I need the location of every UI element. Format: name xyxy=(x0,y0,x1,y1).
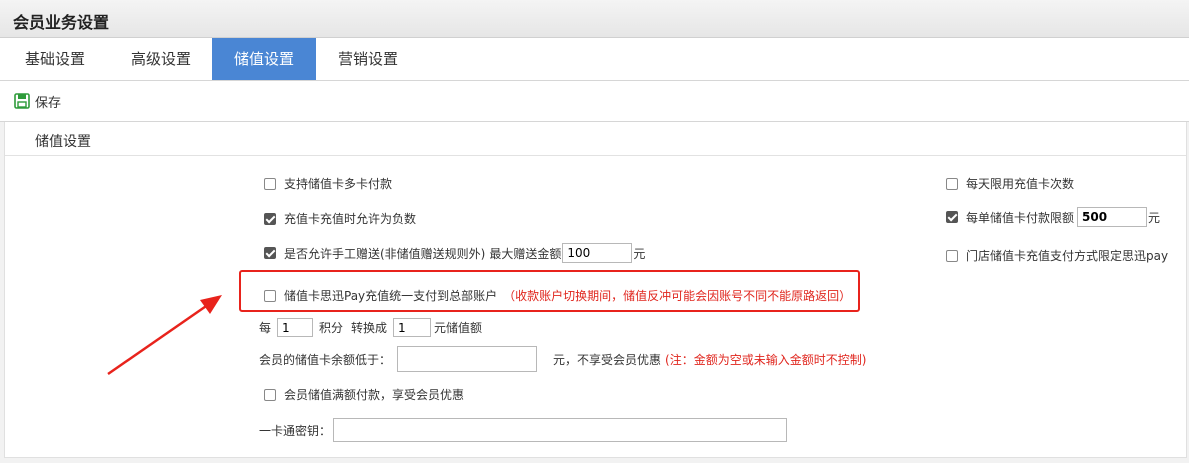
option-daily-limit[interactable]: 每天限用充值卡次数 xyxy=(946,175,1074,192)
multi-card-pay-label: 支持储值卡多卡付款 xyxy=(284,177,393,191)
store-pay-restrict-checkbox[interactable] xyxy=(946,249,958,262)
manual-gift-checkbox[interactable] xyxy=(264,247,276,259)
multi-card-pay-checkbox[interactable] xyxy=(264,177,276,190)
section-title: 储值设置 xyxy=(35,134,91,150)
max-gift-label: 最大赠送金额 xyxy=(489,246,562,261)
window-title-bar: 会员业务设置 xyxy=(0,0,1189,38)
option-per-order-limit[interactable]: 每单储值卡付款限额 元 xyxy=(946,207,1160,227)
yuan-value-input[interactable] xyxy=(393,318,432,337)
per-order-limit-input[interactable] xyxy=(1077,207,1148,227)
store-pay-restrict-label: 门店储值卡充值支付方式限定思迅pay xyxy=(966,249,1169,263)
points-suffix: 元储值额 xyxy=(434,321,483,335)
save-icon xyxy=(14,93,30,109)
option-multi-card-pay[interactable]: 支持储值卡多卡付款 xyxy=(264,175,392,192)
toolbar: 保存 xyxy=(0,81,1189,122)
daily-limit-checkbox[interactable] xyxy=(946,177,958,190)
annotation-highlight-box xyxy=(239,270,860,312)
allow-negative-label: 充值卡充值时允许为负数 xyxy=(284,212,417,226)
card-key-input[interactable] xyxy=(333,418,788,442)
balance-below-note: (注：金额为空或未输入金额时不控制) xyxy=(665,352,867,367)
balance-below-input[interactable] xyxy=(397,346,538,372)
option-full-pay-discount[interactable]: 会员储值满额付款，享受会员优惠 xyxy=(264,386,464,403)
allow-negative-checkbox[interactable] xyxy=(264,212,276,225)
points-label: 积分 xyxy=(319,321,344,335)
manual-gift-label: 是否允许手工赠送(非储值赠送规则外) xyxy=(284,246,486,261)
card-key-label: 一卡通密钥： xyxy=(259,423,332,438)
per-order-limit-unit: 元 xyxy=(1148,210,1161,225)
balance-below-suffix: 元，不享受会员优惠 xyxy=(553,352,662,367)
annotation-arrow-icon xyxy=(107,295,222,376)
balance-below-label: 会员的储值卡余额低于： xyxy=(259,352,392,367)
option-points-conversion: 每 积分 转换成 元储值额 xyxy=(259,318,482,337)
save-button-label: 保存 xyxy=(35,95,62,111)
section-header: 储值设置 xyxy=(5,122,1186,156)
option-card-key: 一卡通密钥： xyxy=(259,418,788,442)
option-manual-gift[interactable]: 是否允许手工赠送(非储值赠送规则外) 最大赠送金额 元 xyxy=(264,243,645,263)
daily-limit-label: 每天限用充值卡次数 xyxy=(966,177,1075,191)
tab-marketing-settings[interactable]: 营销设置 xyxy=(316,38,420,80)
convert-label: 转换成 xyxy=(351,321,388,335)
option-balance-below: 会员的储值卡余额低于： 元，不享受会员优惠 (注：金额为空或未输入金额时不控制) xyxy=(259,346,866,372)
option-store-pay-restrict[interactable]: 门店储值卡充值支付方式限定思迅pay xyxy=(946,247,1168,264)
tab-bar: 基础设置 高级设置 储值设置 营销设置 xyxy=(0,38,1189,81)
full-pay-discount-label: 会员储值满额付款，享受会员优惠 xyxy=(284,388,465,402)
option-allow-negative[interactable]: 充值卡充值时允许为负数 xyxy=(264,210,416,227)
tab-stored-value-settings[interactable]: 储值设置 xyxy=(212,38,316,80)
save-button[interactable]: 保存 xyxy=(14,90,61,112)
max-gift-unit: 元 xyxy=(633,246,646,261)
points-value-input[interactable] xyxy=(277,318,314,337)
max-gift-amount-input[interactable] xyxy=(562,243,633,263)
tab-advanced-settings[interactable]: 高级设置 xyxy=(110,38,212,80)
window-title: 会员业务设置 xyxy=(13,13,110,32)
tab-basic-settings[interactable]: 基础设置 xyxy=(0,38,110,80)
points-prefix: 每 xyxy=(259,321,272,335)
per-order-limit-checkbox[interactable] xyxy=(946,211,958,223)
full-pay-discount-checkbox[interactable] xyxy=(264,388,276,401)
per-order-limit-label: 每单储值卡付款限额 xyxy=(966,210,1075,225)
